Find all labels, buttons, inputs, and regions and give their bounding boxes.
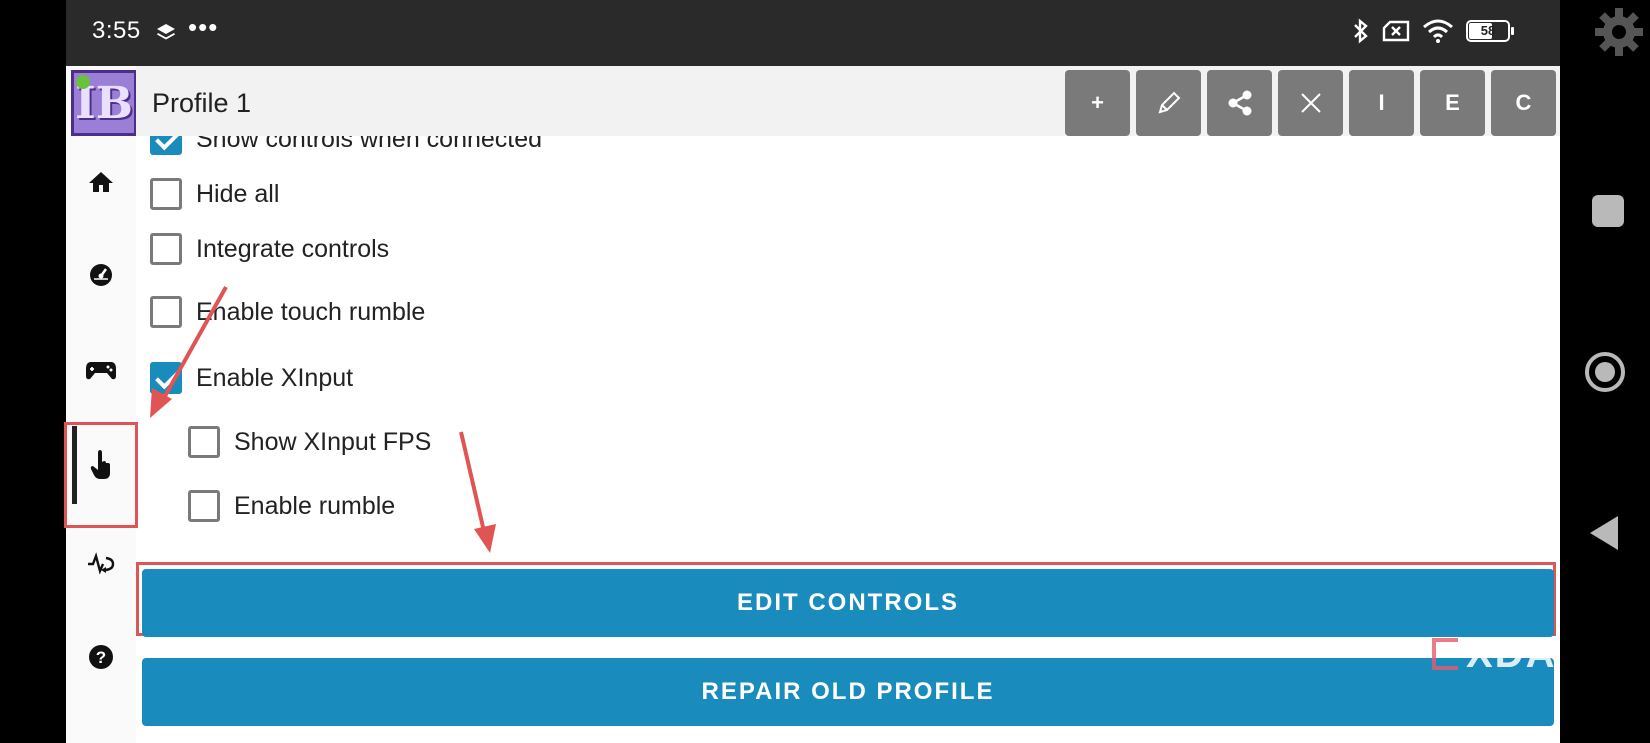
home-icon [89,172,113,192]
option-label: Hide all [196,179,280,208]
checkbox[interactable] [150,178,182,210]
option-label: Integrate controls [196,234,390,263]
import-label: I [1378,90,1385,115]
delete-profile-button[interactable] [1278,70,1343,136]
checkbox[interactable] [150,233,182,265]
copy-label: C [1515,90,1532,115]
repair-old-profile-label: REPAIR OLD PROFILE [701,678,995,705]
back-button[interactable] [1590,516,1618,550]
xda-watermark: XDA [1466,632,1557,676]
highlight-box [64,422,138,528]
sidebar-item-touch-controls[interactable] [64,420,138,528]
export-label: E [1445,90,1460,115]
export-profile-button[interactable]: E [1420,70,1485,136]
option-show-controls-when-connected[interactable]: Show controls when connected [150,136,542,155]
app-window: IB ? Profile 1 + I E C Show controls whe… [64,66,1560,743]
home-button[interactable] [1585,352,1625,392]
option-label: Enable touch rumble [196,297,426,326]
share-profile-button[interactable] [1207,70,1272,136]
screen-bezel [0,0,66,743]
no-sim-icon [1382,20,1410,42]
sidebar-item-performance[interactable] [66,230,136,320]
status-icons: 58 [1352,18,1514,44]
xda-logo-mark [1432,638,1458,670]
checkbox[interactable] [188,426,220,458]
option-enable-rumble[interactable]: Enable rumble [188,490,395,522]
recent-apps-button[interactable] [1592,195,1624,227]
gauge-icon [90,264,112,286]
wifi-icon [1423,19,1453,43]
sidebar: IB ? [64,66,138,743]
pencil-icon [1158,91,1180,114]
status-time: 3:55 [92,17,141,44]
option-label: Enable rumble [234,491,396,520]
svg-text:?: ? [96,648,106,667]
option-label: Show controls when connected [196,136,543,153]
gear-icon[interactable] [1593,6,1645,58]
edit-profile-button[interactable] [1136,70,1201,136]
sidebar-item-help[interactable]: ? [66,612,136,702]
option-enable-xinput[interactable]: Enable XInput [150,362,353,394]
help-icon: ? [89,645,113,669]
checkbox[interactable] [188,490,220,522]
share-icon [1228,90,1251,116]
plus-icon: + [1091,90,1104,115]
option-label: Show XInput FPS [234,427,432,456]
sidebar-item-home[interactable] [66,137,136,227]
layers-icon [157,24,175,40]
connection-status-dot [76,75,90,89]
battery-icon: 58 [1466,20,1514,42]
status-bar: 3:55 ••• 58 [66,0,1560,66]
checkbox[interactable] [150,136,182,155]
pulse-icon [88,552,115,575]
close-icon [1300,93,1321,113]
option-hide-all[interactable]: Hide all [150,178,279,210]
option-enable-touch-rumble[interactable]: Enable touch rumble [150,296,425,328]
edit-controls-label: EDIT CONTROLS [737,589,959,616]
more-notifications-icon: ••• [188,12,219,42]
option-integrate-controls[interactable]: Integrate controls [150,233,389,265]
edit-controls-button[interactable]: EDIT CONTROLS [142,569,1554,637]
checkbox[interactable] [150,296,182,328]
profile-header: Profile 1 + I E C [136,66,1560,136]
app-logo[interactable]: IB [71,70,137,136]
battery-level: 58 [1480,23,1496,38]
import-profile-button[interactable]: I [1349,70,1414,136]
option-show-xinput-fps[interactable]: Show XInput FPS [188,426,431,458]
gamepad-icon [86,362,116,380]
bluetooth-icon [1354,18,1368,44]
repair-old-profile-button[interactable]: REPAIR OLD PROFILE [142,658,1554,726]
checkbox[interactable] [150,362,182,394]
add-profile-button[interactable]: + [1065,70,1130,136]
controls-options-list[interactable]: Show controls when connected Hide all In… [136,136,1560,616]
copy-profile-button[interactable]: C [1491,70,1556,136]
sidebar-item-controller[interactable] [66,325,136,415]
sidebar-item-diagnostics[interactable] [66,518,136,608]
profile-title: Profile 1 [152,88,252,118]
option-label: Enable XInput [196,363,354,392]
profile-toolbar: + I E C [1065,70,1556,136]
